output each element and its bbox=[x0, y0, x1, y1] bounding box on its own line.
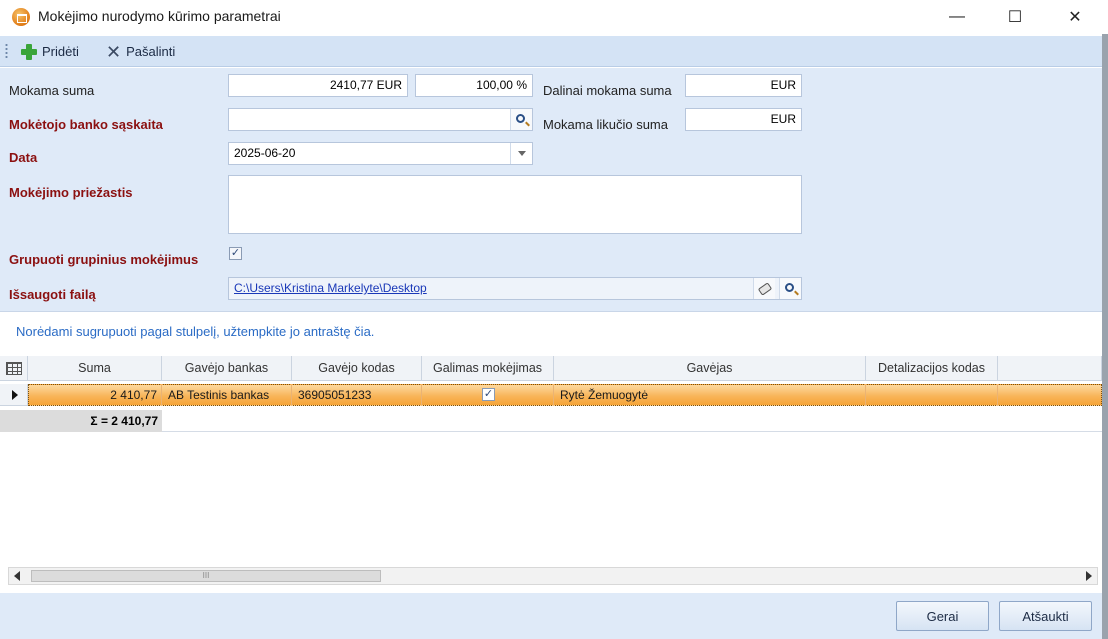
date-picker[interactable]: 2025-06-20 bbox=[228, 142, 533, 165]
date-value: 2025-06-20 bbox=[234, 146, 296, 160]
payments-grid: Norėdami sugrupuoti pagal stulpelį, užte… bbox=[0, 311, 1102, 593]
column-header-galimas[interactable]: Galimas mokėjimas bbox=[422, 356, 554, 381]
background-window-edge bbox=[1102, 34, 1108, 639]
likucio-label: Mokama likučio suma bbox=[543, 117, 668, 132]
minimize-icon: — bbox=[949, 8, 965, 25]
table-icon bbox=[5, 361, 22, 375]
scroll-left-icon[interactable] bbox=[14, 571, 20, 581]
search-icon bbox=[785, 282, 794, 292]
plus-icon bbox=[21, 43, 37, 60]
mokama-suma-label: Mokama suma bbox=[9, 83, 95, 98]
grupuoti-checkbox[interactable]: ✓ bbox=[229, 247, 242, 260]
cell-kodas[interactable]: 36905051233 bbox=[292, 384, 422, 406]
cell-gavejas[interactable]: Rytė Žemuogytė bbox=[554, 384, 866, 406]
save-path-input[interactable]: C:\Users\Kristina Markelyte\Desktop bbox=[228, 277, 802, 300]
browse-path-button[interactable] bbox=[779, 278, 801, 299]
data-label: Data bbox=[9, 150, 38, 165]
app-bank-icon bbox=[12, 8, 30, 26]
group-by-panel[interactable]: Norėdami sugrupuoti pagal stulpelį, užte… bbox=[0, 312, 1102, 356]
add-button[interactable]: Pridėti bbox=[21, 40, 79, 63]
cell-detalizacijos[interactable] bbox=[866, 384, 998, 406]
dialog-footer: Gerai Atšaukti bbox=[0, 593, 1102, 639]
dalinai-input[interactable]: EUR bbox=[685, 74, 802, 97]
percent-input[interactable]: 100,00 % bbox=[415, 74, 533, 97]
search-icon bbox=[516, 113, 525, 123]
galimas-checkbox[interactable]: ✓ bbox=[482, 388, 495, 401]
parameters-form: Mokama suma 2410,77 EUR 100,00 % Dalinai… bbox=[0, 68, 1102, 311]
cancel-button[interactable]: Atšaukti bbox=[999, 601, 1092, 631]
date-dropdown-button[interactable] bbox=[510, 143, 532, 164]
scroll-right-icon[interactable] bbox=[1086, 571, 1092, 581]
column-header-suma[interactable]: Suma bbox=[28, 356, 162, 381]
scroll-thumb[interactable]: III bbox=[31, 570, 381, 582]
toolbar: Pridėti ✕ Pašalinti bbox=[0, 36, 1102, 67]
maximize-icon: ☐ bbox=[1007, 9, 1023, 26]
issaugoti-label: Išsaugoti failą bbox=[9, 287, 96, 302]
close-icon: ✕ bbox=[1068, 9, 1082, 26]
eraser-icon bbox=[757, 281, 772, 296]
cell-suma[interactable]: 2 410,77 bbox=[28, 384, 162, 406]
column-header-bankas[interactable]: Gavėjo bankas bbox=[162, 356, 292, 381]
sum-total: Σ = 2 410,77 bbox=[0, 410, 162, 432]
save-path-link[interactable]: C:\Users\Kristina Markelyte\Desktop bbox=[234, 281, 427, 295]
cell-bankas[interactable]: AB Testinis bankas bbox=[162, 384, 292, 406]
toolbar-grip-icon[interactable] bbox=[5, 43, 8, 60]
priezastis-label: Mokėjimo priežastis bbox=[9, 185, 133, 200]
saskaita-label: Mokėtojo banko sąskaita bbox=[9, 117, 163, 132]
close-button[interactable]: ✕ bbox=[1046, 0, 1104, 34]
mokama-suma-input[interactable]: 2410,77 EUR bbox=[228, 74, 408, 97]
minimize-button[interactable]: — bbox=[928, 0, 986, 34]
column-chooser-button[interactable] bbox=[0, 356, 28, 381]
clear-path-button[interactable] bbox=[753, 278, 775, 299]
saskaita-input[interactable] bbox=[228, 108, 533, 131]
add-button-label: Pridėti bbox=[42, 44, 79, 59]
column-header-gavejas[interactable]: Gavėjas bbox=[554, 356, 866, 381]
remove-x-icon: ✕ bbox=[106, 41, 122, 62]
maximize-button[interactable]: ☐ bbox=[986, 0, 1044, 34]
chevron-down-icon bbox=[517, 151, 526, 156]
remove-button[interactable]: ✕ Pašalinti bbox=[106, 40, 175, 63]
saskaita-search-button[interactable] bbox=[510, 109, 532, 130]
window-title: Mokėjimo nurodymo kūrimo parametrai bbox=[38, 8, 281, 24]
priezastis-textarea[interactable] bbox=[228, 175, 802, 234]
column-header-kodas[interactable]: Gavėjo kodas bbox=[292, 356, 422, 381]
column-header-empty bbox=[998, 356, 1102, 381]
title-bar: Mokėjimo nurodymo kūrimo parametrai — ☐ … bbox=[0, 0, 1108, 34]
summary-row: Σ = 2 410,77 bbox=[0, 410, 1102, 432]
ok-button[interactable]: Gerai bbox=[896, 601, 989, 631]
current-row-arrow-icon bbox=[12, 390, 18, 400]
row-indicator[interactable] bbox=[0, 384, 28, 406]
cell-galimas[interactable]: ✓ bbox=[422, 384, 554, 406]
likucio-input[interactable]: EUR bbox=[685, 108, 802, 131]
horizontal-scrollbar[interactable]: III bbox=[8, 567, 1098, 585]
remove-button-label: Pašalinti bbox=[126, 44, 176, 59]
dalinai-label: Dalinai mokama suma bbox=[543, 83, 672, 98]
column-header-detalizacijos[interactable]: Detalizacijos kodas bbox=[866, 356, 998, 381]
grupuoti-label: Grupuoti grupinius mokėjimus bbox=[9, 252, 199, 267]
